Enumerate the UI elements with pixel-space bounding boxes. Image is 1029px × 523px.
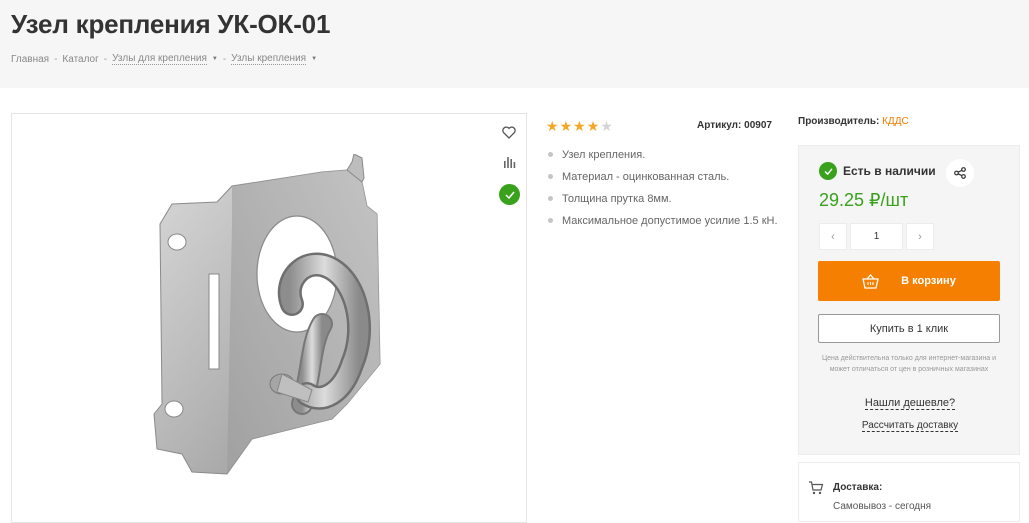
delivery-panel: Доставка: Самовывоз - сегодня	[798, 462, 1020, 522]
chevron-down-icon[interactable]: ▼	[311, 56, 317, 62]
quantity-decrease-button[interactable]: ‹	[819, 223, 847, 250]
list-item: Материал - оцинкованная сталь.	[548, 168, 780, 187]
add-to-cart-button[interactable]: В корзину	[818, 261, 1000, 301]
star-icon[interactable]: ★	[573, 119, 586, 133]
breadcrumb-home[interactable]: Главная	[11, 54, 49, 65]
manufacturer-link[interactable]: КДДС	[882, 116, 909, 127]
add-to-cart-label: В корзину	[901, 275, 956, 287]
cart-icon	[809, 481, 824, 495]
list-item: Толщина прутка 8мм.	[548, 190, 780, 209]
star-icon[interactable]: ★	[546, 119, 559, 133]
manufacturer-label: Производитель:	[798, 116, 880, 127]
breadcrumb-separator: -	[54, 53, 58, 65]
stock-text: Есть в наличии	[843, 164, 936, 178]
delivery-pickup: Самовывоз - сегодня	[833, 501, 932, 512]
chevron-down-icon[interactable]: ▼	[212, 56, 218, 62]
heart-icon[interactable]	[499, 122, 519, 142]
found-cheaper-label[interactable]: Нашли дешевле?	[864, 397, 956, 410]
star-icon[interactable]: ★	[600, 119, 613, 133]
manufacturer: Производитель: КДДС	[798, 116, 909, 127]
breadcrumb-catalog[interactable]: Каталог	[62, 54, 98, 65]
quantity-input[interactable]: 1	[850, 223, 903, 250]
article-number: Артикул: 00907	[697, 120, 772, 131]
calculate-delivery-label[interactable]: Рассчитать доставку	[861, 420, 959, 432]
breadcrumb: Главная - Каталог - Узлы для крепления ▼…	[11, 53, 317, 65]
basket-icon	[862, 273, 879, 289]
breadcrumb-fastening-units[interactable]: Узлы крепления	[231, 53, 307, 65]
product-gallery	[11, 113, 527, 523]
product-image[interactable]	[132, 154, 422, 484]
bar-chart-icon[interactable]	[499, 152, 519, 172]
list-item: Узел крепления.	[548, 146, 780, 165]
buy-panel: Есть в наличии 29.25 ₽/шт ‹ 1 › В корзин…	[798, 145, 1020, 455]
list-item: Максимальное допустимое усилие 1.5 кН.	[548, 212, 780, 231]
page-header: Узел крепления УК-ОК-01 Главная - Катало…	[0, 0, 1029, 88]
feature-list: Узел крепления. Материал - оцинкованная …	[548, 146, 780, 234]
stock-status: Есть в наличии	[819, 162, 936, 180]
check-icon	[819, 162, 837, 180]
calculate-delivery-link[interactable]: Рассчитать доставку	[799, 420, 1021, 432]
found-cheaper-link[interactable]: Нашли дешевле?	[799, 397, 1021, 410]
quantity-stepper: ‹ 1 ›	[819, 223, 934, 250]
article-value: 00907	[744, 120, 772, 131]
delivery-title: Доставка:	[833, 482, 883, 493]
breadcrumb-mounting-units[interactable]: Узлы для крепления	[112, 53, 207, 65]
star-icon[interactable]: ★	[560, 119, 573, 133]
price: 29.25 ₽/шт	[819, 190, 909, 210]
quantity-increase-button[interactable]: ›	[906, 223, 934, 250]
check-icon	[499, 184, 520, 205]
breadcrumb-separator: -	[222, 53, 227, 65]
star-icon[interactable]: ★	[587, 119, 600, 133]
buy-one-click-button[interactable]: Купить в 1 клик	[818, 314, 1000, 343]
share-icon[interactable]	[946, 159, 974, 187]
page-title: Узел крепления УК-ОК-01	[11, 9, 331, 39]
breadcrumb-separator: -	[103, 53, 108, 65]
price-note: Цена действительна только для интернет-м…	[821, 355, 997, 373]
rating-stars[interactable]: ★ ★ ★ ★ ★	[546, 119, 613, 133]
article-label: Артикул:	[697, 120, 742, 131]
